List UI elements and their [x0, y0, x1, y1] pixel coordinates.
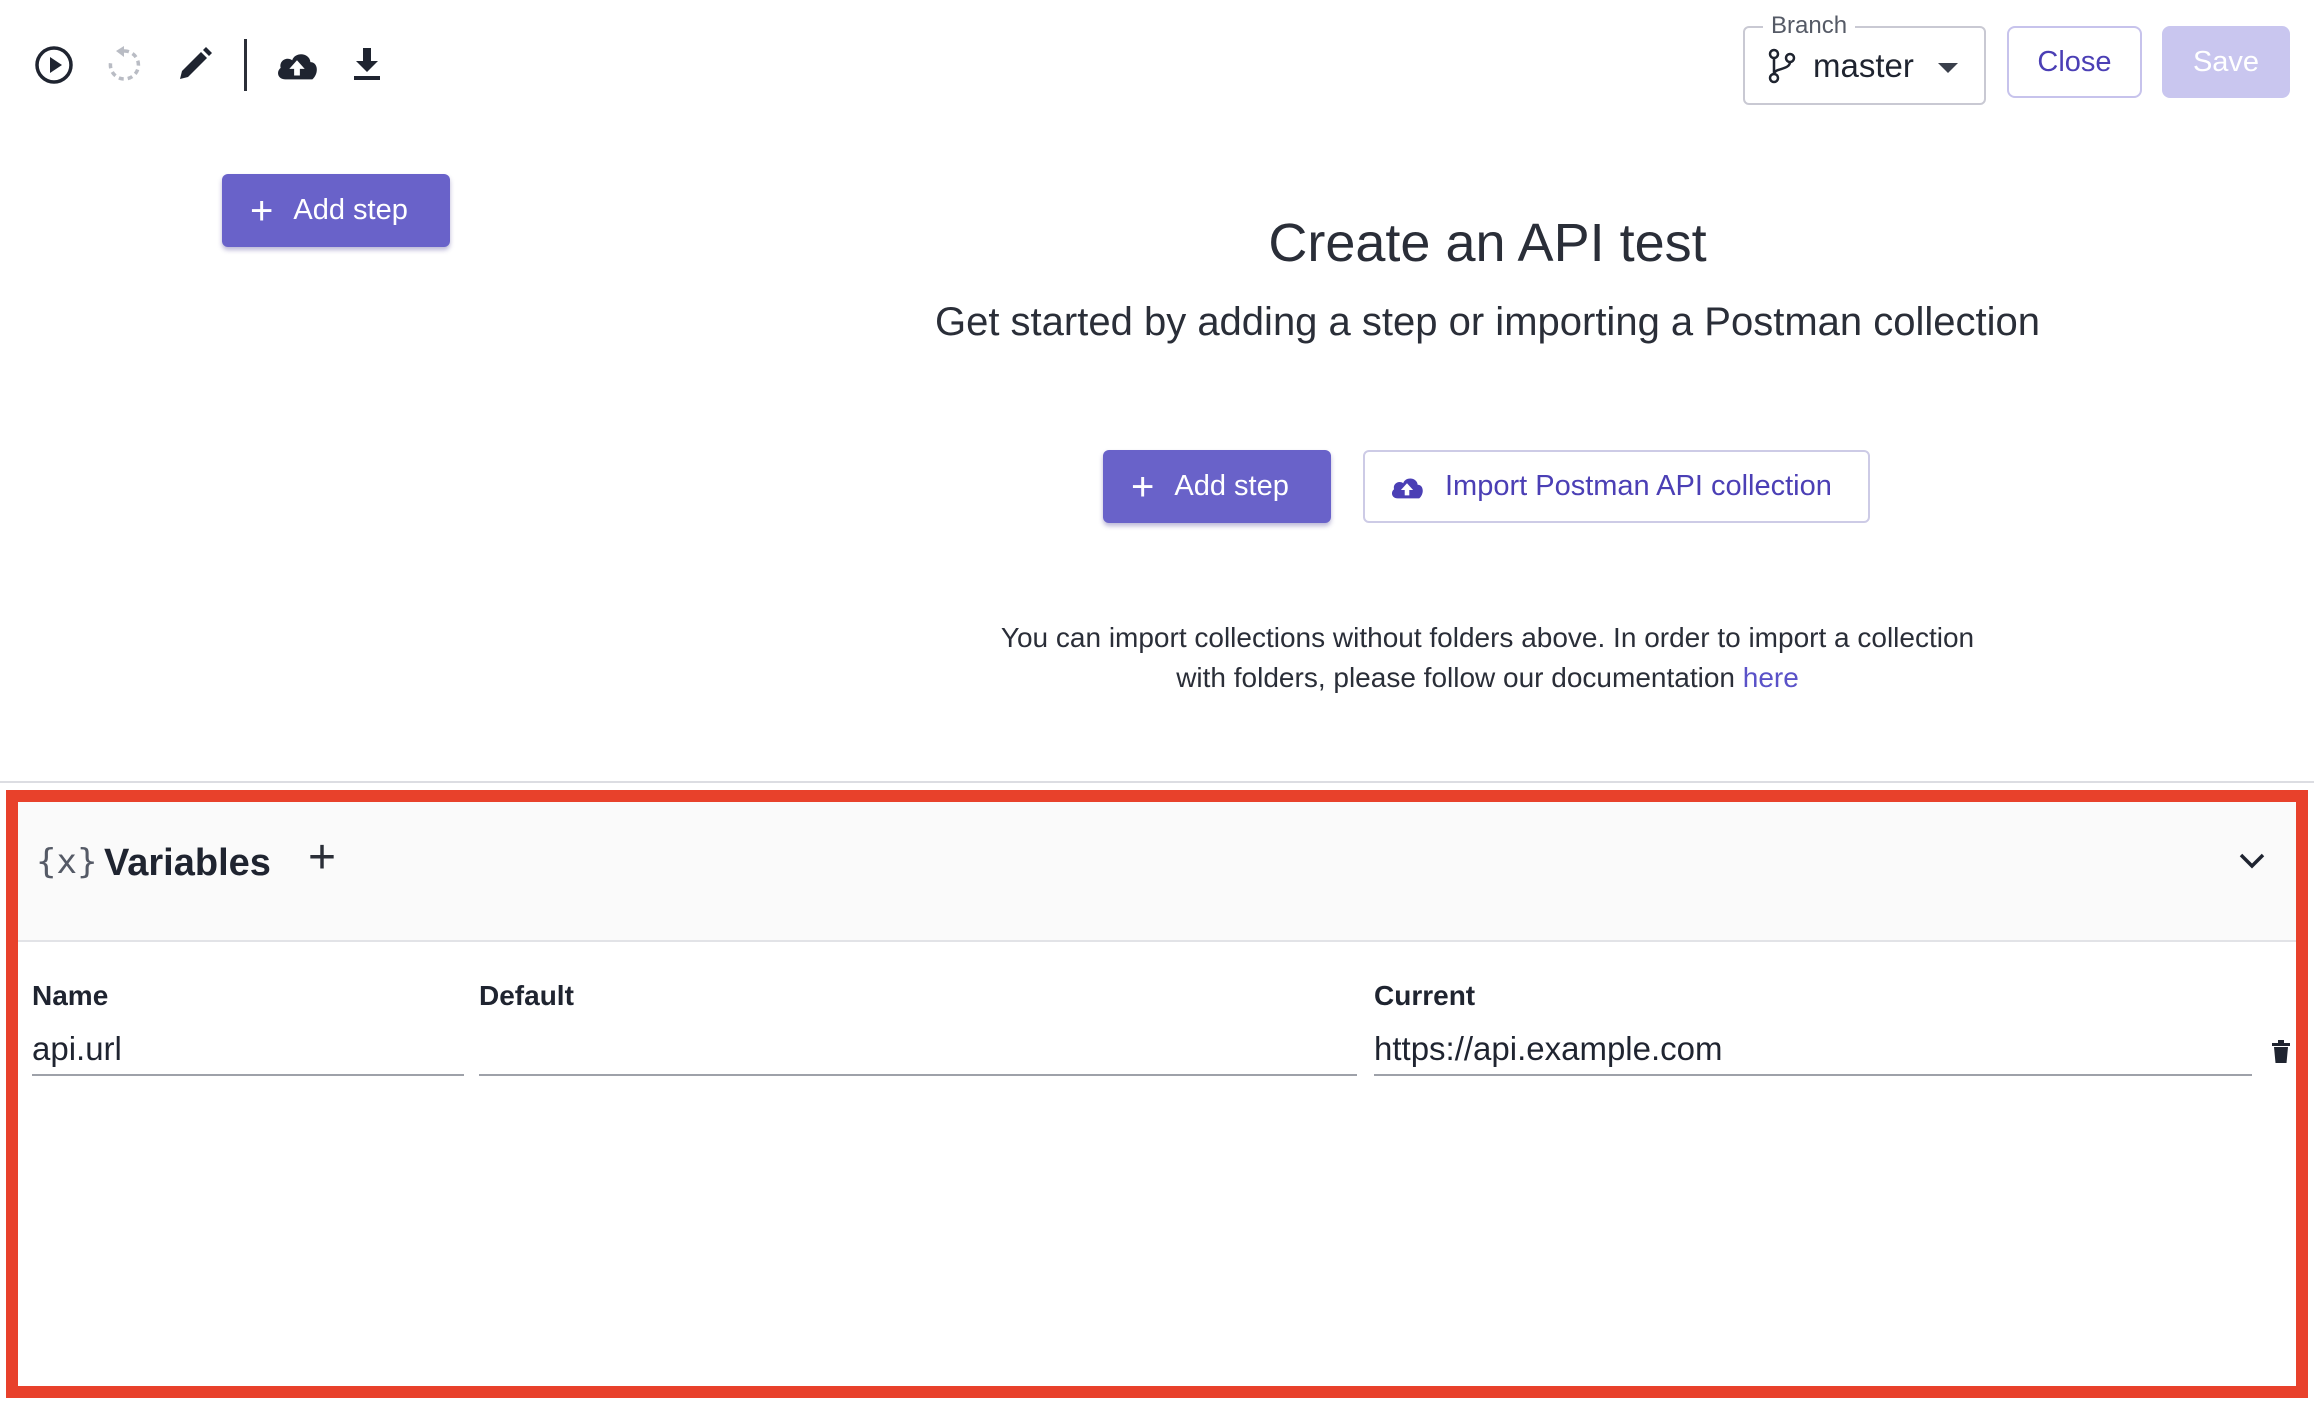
import-postman-label: Import Postman API collection	[1445, 470, 1832, 502]
toolbar	[30, 30, 391, 100]
variables-title: Variables	[104, 842, 271, 884]
empty-state-title: Create an API test	[1268, 213, 1707, 273]
branch-label: Branch	[1763, 12, 1856, 40]
trash-icon[interactable]	[2272, 1040, 2290, 1069]
toolbar-divider	[244, 39, 247, 91]
caret-down-icon	[1938, 63, 1958, 73]
plus-icon: +	[1131, 464, 1155, 509]
variable-name-input[interactable]: api.url	[32, 1024, 464, 1076]
variables-panel: {x} Variables + Name Default Current api…	[6, 790, 2308, 1398]
plus-icon: +	[250, 188, 274, 233]
variable-current-input[interactable]: https://api.example.com	[1374, 1024, 2252, 1076]
add-step-button-sidebar[interactable]: + Add step	[222, 174, 450, 247]
variables-header: {x} Variables +	[18, 802, 2296, 942]
column-current-label: Current	[1374, 980, 1476, 1011]
add-variable-button[interactable]: +	[308, 834, 336, 882]
variable-default-input[interactable]	[479, 1024, 1357, 1076]
download-icon[interactable]	[343, 41, 391, 89]
documentation-link[interactable]: here	[1743, 662, 1799, 693]
section-divider	[0, 781, 2314, 783]
chevron-down-icon[interactable]	[2238, 852, 2266, 875]
cloud-upload-icon	[1391, 477, 1423, 498]
pencil-icon[interactable]	[170, 41, 218, 89]
git-branch-icon	[1768, 48, 1796, 83]
import-note: You can import collections without folde…	[1000, 618, 1975, 698]
import-note-text: You can import collections without folde…	[1000, 622, 1975, 693]
close-button[interactable]: Close	[2007, 26, 2142, 98]
save-button[interactable]: Save	[2162, 26, 2290, 98]
refresh-icon[interactable]	[100, 41, 148, 89]
column-default-label: Default	[479, 980, 574, 1011]
add-step-label: Add step	[293, 194, 408, 226]
variable-icon: {x}	[36, 842, 98, 882]
branch-select[interactable]: Branch master	[1743, 12, 1986, 105]
column-name-label: Name	[32, 980, 109, 1011]
import-postman-button[interactable]: Import Postman API collection	[1363, 450, 1870, 523]
cloud-upload-icon[interactable]	[273, 41, 321, 89]
play-circle-icon[interactable]	[30, 41, 78, 89]
add-step-button[interactable]: + Add step	[1103, 450, 1331, 523]
branch-value: master	[1813, 46, 1914, 84]
empty-state-subtitle: Get started by adding a step or importin…	[934, 300, 2041, 344]
add-step-main-label: Add step	[1174, 470, 1289, 502]
